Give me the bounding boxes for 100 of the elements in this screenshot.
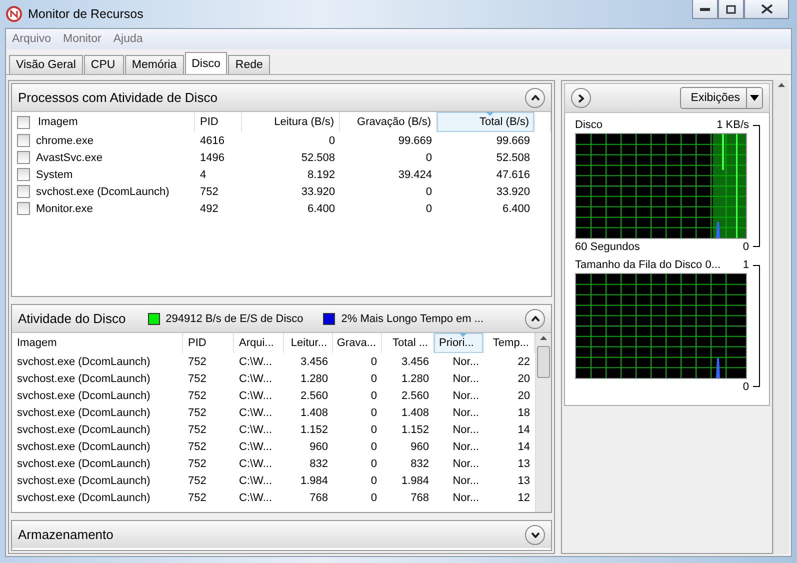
row-checkbox[interactable] bbox=[17, 185, 30, 198]
scroll-thumb[interactable] bbox=[537, 346, 550, 378]
graph-time-span: 60 Segundos bbox=[575, 241, 640, 253]
table-cell-text: 14 bbox=[516, 440, 531, 454]
tab[interactable]: CPU bbox=[84, 55, 124, 74]
table-cell-text: 2.560 bbox=[299, 388, 329, 404]
row-checkbox[interactable] bbox=[17, 168, 30, 181]
table-cell: System bbox=[36, 168, 73, 180]
table-cell-text: 3.456 bbox=[299, 354, 329, 370]
graph-min: 0 bbox=[742, 381, 749, 393]
table-cell-text: 4616 bbox=[199, 134, 226, 148]
table-cell-text: C:\W... bbox=[238, 422, 273, 438]
table-cell-text: Nor... bbox=[452, 456, 480, 472]
expand-icon bbox=[530, 532, 540, 538]
table-cell-text: 960 bbox=[308, 440, 329, 454]
menu-item[interactable]: Monitor bbox=[63, 33, 102, 45]
table-cell-text: svchost.exe (DcomLaunch) bbox=[16, 490, 152, 506]
table-cell: Monitor.exe bbox=[36, 202, 93, 214]
table-cell-text: 0 bbox=[370, 388, 378, 404]
column-header[interactable]: Total (B/s) bbox=[437, 112, 535, 132]
table-cell-text: 20 bbox=[516, 372, 531, 386]
tab[interactable]: Rede bbox=[228, 55, 270, 74]
table-cell-text: 752 bbox=[187, 422, 208, 438]
table-cell-text: svchost.exe (DcomLaunch) bbox=[16, 372, 152, 386]
table-cell-text: 0 bbox=[370, 406, 378, 420]
table-cell-text: 492 bbox=[199, 202, 220, 216]
collapse-button[interactable] bbox=[525, 88, 545, 108]
table-cell-text: 13 bbox=[516, 474, 531, 488]
table-cell-text: C:\W... bbox=[238, 474, 273, 488]
table-cell-text: 39.424 bbox=[397, 168, 433, 182]
table-cell-text: Nor... bbox=[452, 440, 480, 454]
table-cell-text: 752 bbox=[187, 354, 208, 370]
menu-item[interactable]: Ajuda bbox=[113, 33, 143, 45]
caret-icon bbox=[750, 95, 759, 101]
tab[interactable]: Visão Geral bbox=[9, 55, 83, 74]
expand-side-button[interactable] bbox=[571, 88, 591, 108]
table-cell-text: 0 bbox=[370, 422, 378, 438]
table-cell-text: 33.920 bbox=[300, 184, 336, 200]
close-icon bbox=[760, 4, 772, 14]
maximize-button[interactable] bbox=[718, 0, 744, 19]
column-header[interactable]: Priori... bbox=[434, 333, 484, 353]
graph-max: 1 KB/s bbox=[716, 119, 749, 131]
table-cell-text: C:\W... bbox=[238, 406, 273, 420]
table-cell-text: 960 bbox=[410, 440, 430, 454]
table-cell-text: C:\W... bbox=[238, 354, 273, 370]
table-cell: chrome.exe bbox=[36, 134, 94, 146]
row-checkbox[interactable] bbox=[17, 134, 30, 147]
tab[interactable]: Memória bbox=[124, 55, 184, 74]
table-cell-text: 1.408 bbox=[299, 406, 329, 420]
table-cell-text: 99.669 bbox=[397, 134, 433, 148]
section-title: Atividade do Disco bbox=[18, 311, 126, 326]
table-cell-text: 22 bbox=[516, 354, 531, 370]
table-cell-text: 768 bbox=[410, 490, 430, 506]
table-cell-text: 752 bbox=[187, 372, 208, 386]
table-cell-text: Nor... bbox=[452, 422, 480, 438]
menu-item[interactable]: Arquivo bbox=[12, 33, 51, 45]
table-cell-text: 2.560 bbox=[400, 388, 430, 404]
expand-button[interactable] bbox=[525, 524, 545, 544]
table-cell-text: svchost.exe (DcomLaunch) bbox=[16, 354, 152, 370]
graph-title: Disco bbox=[575, 119, 603, 131]
table-cell-text: 752 bbox=[199, 184, 220, 200]
tab[interactable]: Disco bbox=[184, 52, 228, 74]
legend-label: 294912 B/s de E/S de Disco bbox=[166, 312, 304, 324]
table-cell-text: 1.280 bbox=[299, 372, 329, 386]
table-cell-text: 99.669 bbox=[495, 134, 531, 148]
collapse-button[interactable] bbox=[525, 308, 545, 328]
table-cell-text: svchost.exe (DcomLaunch) bbox=[16, 422, 152, 438]
graph-max: 1 bbox=[742, 259, 749, 271]
table-cell-text: 832 bbox=[410, 456, 430, 472]
table-cell-text: 52.508 bbox=[495, 150, 531, 166]
table-cell-text: 4 bbox=[199, 168, 208, 182]
table-cell: svchost.exe (DcomLaunch) bbox=[36, 186, 170, 198]
table-cell-text: 752 bbox=[187, 474, 208, 488]
minimize-button[interactable] bbox=[692, 0, 718, 19]
row-checkbox[interactable] bbox=[17, 202, 30, 215]
table-cell-text: 0 bbox=[370, 474, 378, 488]
table-cell-text: 752 bbox=[187, 440, 208, 454]
graph-title: Tamanho da Fila do Disco 0... bbox=[575, 259, 721, 271]
table-cell-text: C:\W... bbox=[238, 456, 273, 472]
table-cell-text: 0 bbox=[424, 184, 433, 200]
select-all-checkbox[interactable] bbox=[17, 116, 30, 128]
table-cell-text: 768 bbox=[308, 490, 329, 506]
table-cell-text: svchost.exe (DcomLaunch) bbox=[16, 474, 152, 488]
scroll-up-icon bbox=[540, 336, 547, 340]
table-cell-text: 3.456 bbox=[400, 354, 430, 370]
table-cell-text: 8.192 bbox=[306, 168, 336, 182]
views-button[interactable]: Exibições bbox=[680, 87, 763, 109]
table-cell-text: 1.152 bbox=[400, 422, 430, 438]
table-cell-text: 0 bbox=[424, 150, 433, 166]
table-cell-text: 33.920 bbox=[495, 184, 531, 200]
close-button[interactable] bbox=[744, 0, 789, 19]
row-checkbox[interactable] bbox=[17, 151, 30, 164]
table-cell-text: svchost.exe (DcomLaunch) bbox=[16, 388, 152, 404]
table-cell-text: 752 bbox=[187, 388, 208, 404]
table-cell-text: 1.408 bbox=[400, 406, 430, 420]
table-cell-text: 0 bbox=[370, 456, 378, 472]
table-cell-text: 6.400 bbox=[501, 202, 531, 216]
table-cell-text: Nor... bbox=[452, 474, 480, 488]
scroll-up-icon bbox=[778, 83, 785, 87]
table-cell-text: Nor... bbox=[452, 406, 480, 420]
